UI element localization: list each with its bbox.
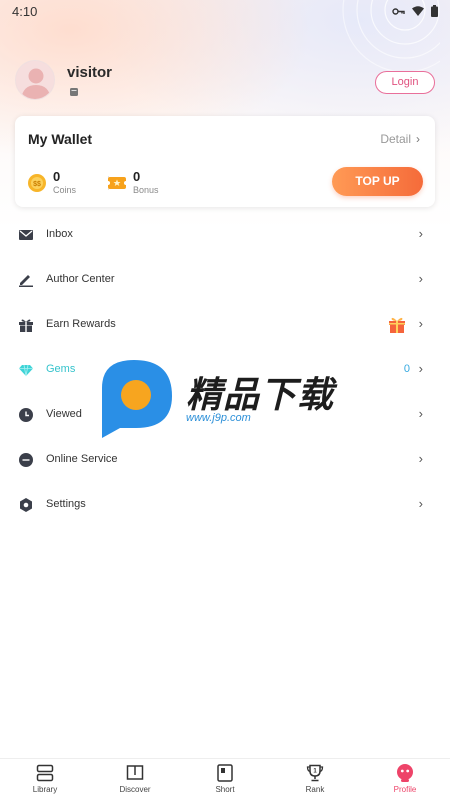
bonus-label: Bonus: [133, 185, 159, 195]
menu-item-author-center[interactable]: Author Center ›: [0, 258, 450, 303]
watermark-logo-icon: [102, 360, 172, 438]
chevron-right-icon: ›: [418, 496, 423, 511]
chevron-right-icon: ›: [418, 271, 423, 286]
username: visitor: [67, 64, 113, 81]
chevron-right-icon: ›: [418, 316, 423, 331]
menu-label-earn-rewards: Earn Rewards: [46, 318, 116, 330]
chat-icon: [19, 453, 33, 467]
default-avatar-icon: [16, 61, 54, 99]
short-video-icon: [217, 764, 233, 782]
chevron-right-icon: ›: [418, 451, 423, 466]
tab-profile[interactable]: Profile: [360, 759, 450, 800]
tab-label-rank: Rank: [305, 785, 325, 794]
tab-label-short: Short: [215, 785, 235, 794]
menu-item-settings[interactable]: Settings ›: [0, 483, 450, 528]
vpn-key-icon: [392, 7, 405, 15]
wallet-card: My Wallet Detail › $$ 0 Coins 0 Bonus TOP…: [15, 116, 435, 207]
mail-icon: [19, 230, 33, 240]
menu-label-inbox: Inbox: [46, 228, 73, 240]
gem-icon: [19, 364, 33, 377]
tab-discover[interactable]: Discover: [90, 759, 180, 800]
pen-icon: [19, 275, 33, 287]
svg-text:$$: $$: [33, 181, 41, 188]
library-icon: [36, 764, 54, 782]
coins-stat[interactable]: $$ 0 Coins: [28, 169, 98, 199]
tab-rank[interactable]: 1 Rank: [270, 759, 360, 800]
gear-icon: [20, 498, 32, 512]
chevron-right-icon: ›: [418, 361, 423, 376]
svg-text:1: 1: [313, 769, 317, 775]
coins-label: Coins: [53, 185, 77, 195]
tab-library[interactable]: Library: [0, 759, 90, 800]
bonus-ticket-icon: [108, 177, 126, 189]
menu-item-online-service[interactable]: Online Service ›: [0, 438, 450, 483]
tab-label-profile: Profile: [393, 785, 417, 794]
watermark-text: 精品下载: [186, 374, 335, 415]
wallet-detail-link[interactable]: Detail ›: [380, 132, 420, 146]
watermark: 精品下载 www.j9p.com: [98, 358, 358, 442]
bonus-stat[interactable]: 0 Bonus: [108, 169, 188, 199]
coin-icon: $$: [28, 174, 46, 192]
coins-value: 0: [53, 169, 61, 184]
book-icon: [126, 765, 144, 780]
menu-item-inbox[interactable]: Inbox ›: [0, 213, 450, 258]
bottom-tab-bar: Library Discover Short 1 Rank Profile: [0, 758, 450, 800]
login-button[interactable]: Login: [375, 71, 435, 94]
chevron-right-icon: ›: [418, 226, 423, 241]
gift-icon: [19, 319, 33, 332]
battery-icon: [431, 5, 438, 17]
menu-item-earn-rewards[interactable]: Earn Rewards ›: [0, 303, 450, 348]
reward-gift-icon: [389, 317, 405, 333]
id-card-icon: [70, 88, 78, 96]
wifi-icon: [412, 6, 424, 16]
clock-icon: [19, 408, 33, 422]
menu-label-settings: Settings: [46, 498, 86, 510]
wallet-title: My Wallet: [28, 131, 93, 147]
tab-label-discover: Discover: [119, 785, 151, 794]
tab-label-library: Library: [32, 785, 58, 794]
chevron-right-icon: ›: [418, 406, 423, 421]
menu-label-gems: Gems: [46, 363, 76, 375]
menu-label-viewed: Viewed: [46, 408, 82, 420]
chevron-right-icon: ›: [416, 132, 420, 146]
status-bar: 4:10: [0, 0, 450, 22]
tab-short[interactable]: Short: [180, 759, 270, 800]
trophy-icon: 1: [306, 764, 324, 782]
status-time: 4:10: [12, 3, 38, 19]
menu-label-online-service: Online Service: [46, 453, 118, 465]
watermark-url: www.j9p.com: [186, 412, 251, 424]
profile-icon: [397, 764, 413, 782]
bonus-value: 0: [133, 169, 141, 184]
menu-label-author-center: Author Center: [46, 273, 115, 285]
avatar[interactable]: [15, 60, 55, 100]
gems-count: 0: [403, 363, 410, 375]
top-up-button[interactable]: TOP UP: [332, 167, 423, 196]
wallet-detail-label: Detail: [380, 132, 411, 146]
profile-header: visitor Login: [15, 60, 435, 100]
